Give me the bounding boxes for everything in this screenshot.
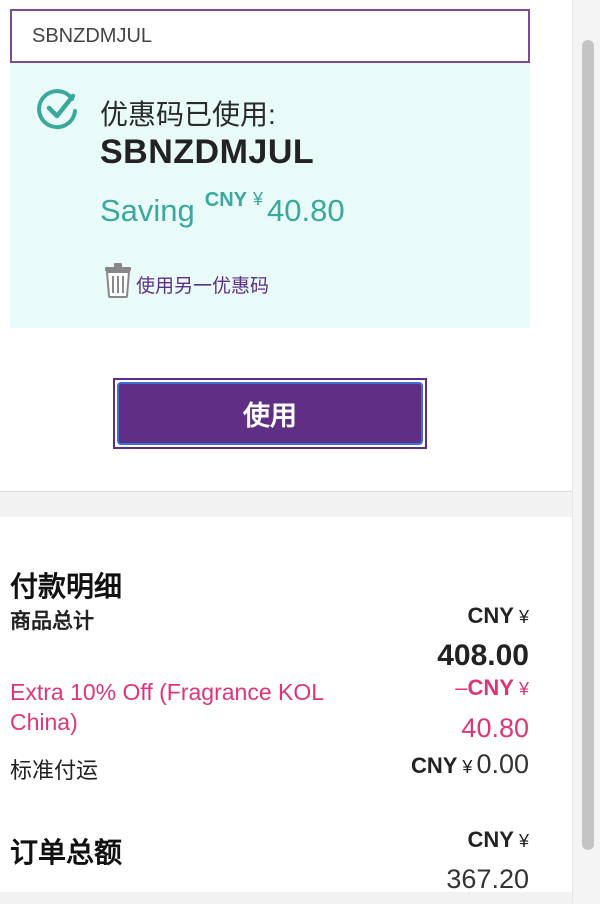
- total-currency-line: CNY ¥: [468, 827, 529, 853]
- shipping-amount-line: CNY ¥0.00: [411, 749, 529, 780]
- scrollbar-track[interactable]: [572, 0, 600, 904]
- promo-saving-line: Saving CNY ¥ 40.80: [100, 189, 345, 229]
- total-currency: CNY: [467, 827, 514, 852]
- total-value: 367.20: [446, 864, 529, 894]
- shipping-value: 0.00: [476, 749, 529, 779]
- promo-code-input[interactable]: [10, 9, 530, 63]
- scrollbar-thumb[interactable]: [582, 40, 594, 850]
- subtotal-value: 408.00: [437, 639, 529, 672]
- use-another-code-link[interactable]: 使用另一优惠码: [102, 261, 269, 299]
- promo-code-panel: 优惠码已使用: SBNZDMJUL Saving CNY ¥ 40.80 使用另…: [0, 0, 572, 492]
- subtotal-symbol: ¥: [518, 607, 529, 627]
- shipping-currency: CNY: [410, 753, 458, 778]
- subtotal-label: 商品总计: [10, 610, 94, 633]
- apply-button-frame: 使用: [113, 378, 427, 449]
- discount-prefix: –: [455, 675, 468, 700]
- discount-value: 40.80: [461, 713, 529, 743]
- shipping-symbol: ¥: [462, 757, 473, 777]
- saving-label: Saving: [100, 193, 195, 228]
- promo-applied-title: 优惠码已使用:: [100, 99, 276, 130]
- discount-currency-line: –CNY ¥: [455, 675, 529, 701]
- payment-summary-panel: 付款明细 商品总计 CNY ¥ 408.00 Extra 10% Off (Fra…: [0, 517, 572, 894]
- trash-icon[interactable]: [102, 261, 134, 299]
- apply-promo-button[interactable]: 使用: [117, 382, 423, 445]
- promo-applied-code: SBNZDMJUL: [100, 133, 315, 171]
- discount-label: Extra 10% Off (Fragrance KOL China): [10, 679, 324, 735]
- subtotal-currency-line: CNY ¥: [468, 603, 529, 629]
- promo-applied-box: 优惠码已使用: SBNZDMJUL Saving CNY ¥ 40.80 使用另…: [10, 63, 530, 328]
- discount-currency: CNY: [467, 675, 514, 700]
- subtotal-currency: CNY: [467, 603, 514, 628]
- saving-amount: 40.80: [267, 193, 345, 228]
- total-symbol: ¥: [518, 831, 529, 851]
- discount-symbol: ¥: [518, 679, 529, 699]
- saving-currency: CNY: [204, 189, 248, 211]
- order-total-label: 订单总额: [10, 837, 123, 868]
- use-another-code-label[interactable]: 使用另一优惠码: [136, 271, 269, 298]
- check-circle-icon: [37, 89, 77, 130]
- payment-summary-title: 付款明细: [10, 571, 123, 602]
- saving-currency-symbol: ¥: [253, 189, 264, 209]
- shipping-label: 标准付运: [10, 758, 99, 783]
- bottom-edge: [0, 892, 572, 904]
